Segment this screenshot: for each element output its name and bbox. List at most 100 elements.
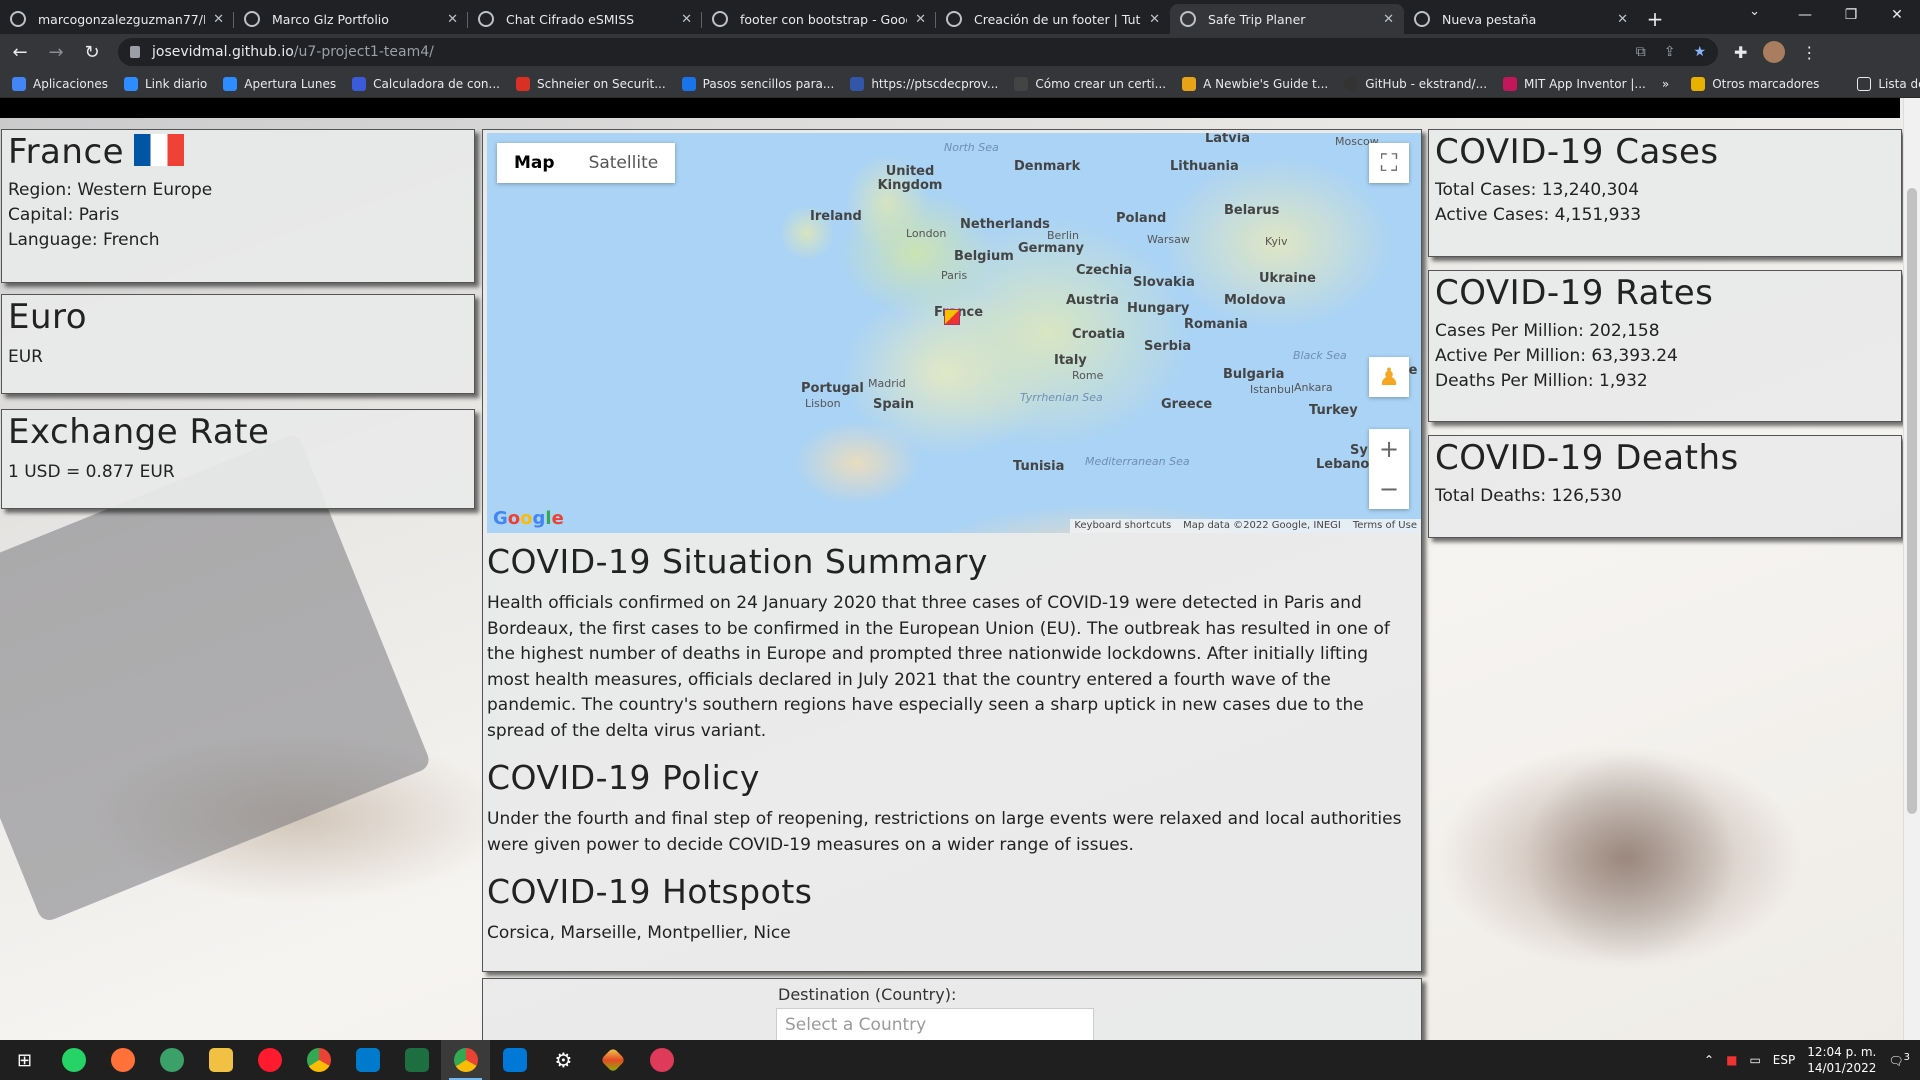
menu-icon[interactable]: ⋮ (1801, 43, 1817, 62)
map-data-text: Map data ©2022 Google, INEGI (1183, 520, 1341, 531)
map-label: Portugal (801, 381, 864, 396)
taskbar-file-explorer[interactable] (196, 1040, 245, 1080)
bookmark-item[interactable]: Aplicaciones (12, 76, 108, 91)
zoom-in-button[interactable]: + (1369, 429, 1409, 469)
new-tab-button[interactable]: + (1638, 4, 1672, 34)
bookmark-item[interactable]: Pasos sencillos para... (681, 76, 835, 91)
map-label: Ukraine (1259, 271, 1316, 286)
site-icon (681, 76, 696, 91)
language-indicator[interactable]: ESP (1773, 1053, 1795, 1067)
map-label: North Sea (944, 141, 999, 154)
page-scrollbar[interactable] (1903, 98, 1920, 1040)
bookmark-item[interactable]: GitHub - ekstrand/... (1344, 76, 1487, 91)
taskbar-chrome[interactable] (294, 1040, 343, 1080)
close-icon[interactable]: ✕ (1617, 12, 1628, 27)
taskbar-git[interactable] (588, 1040, 637, 1080)
globe-icon (159, 1048, 184, 1072)
reload-button[interactable]: ↻ (76, 42, 108, 63)
globe-icon (1180, 11, 1196, 27)
bookmark-item[interactable]: A Newbie's Guide t... (1182, 76, 1328, 91)
tab-search-icon[interactable]: ⌄ (1749, 4, 1760, 19)
fullscreen-icon[interactable]: ⛶ (1369, 143, 1409, 183)
map-label: Denmark (1014, 159, 1081, 174)
bookmark-item[interactable]: https://ptscdecprov... (850, 76, 998, 91)
maximize-button[interactable]: ❐ (1828, 0, 1874, 32)
map-type-satellite-button[interactable]: Satellite (572, 143, 676, 183)
keyboard-shortcuts-link[interactable]: Keyboard shortcuts (1074, 519, 1171, 533)
start-button[interactable]: ⊞ (0, 1040, 49, 1080)
bookmark-item[interactable]: MIT App Inventor |... (1503, 76, 1646, 91)
map-label: Serbia (1144, 339, 1192, 354)
map-label: Rome (1072, 369, 1104, 382)
close-icon[interactable]: ✕ (1383, 12, 1394, 27)
map-label: Hungary (1127, 301, 1190, 316)
currency-card: Euro EUR (1, 294, 475, 394)
map-label: Black Sea (1293, 349, 1347, 362)
tab-google-search[interactable]: footer con bootstrap - Google S ✕ (702, 4, 936, 34)
clock[interactable]: 12:04 p. m. 14/01/2022 (1807, 1044, 1876, 1076)
taskbar-browser[interactable] (147, 1040, 196, 1080)
taskbar-vscode[interactable] (343, 1040, 392, 1080)
map-label: Mediterranean Sea (1085, 455, 1190, 468)
tab-github[interactable]: marcogonzalezguzman77/Portfo ✕ (0, 4, 234, 34)
battery-icon[interactable]: ▭ (1749, 1053, 1760, 1067)
scrollbar-thumb[interactable] (1907, 188, 1917, 814)
lock-icon[interactable] (130, 46, 140, 58)
close-window-button[interactable]: ✕ (1874, 0, 1920, 32)
minimize-button[interactable]: — (1782, 0, 1828, 32)
close-icon[interactable]: ✕ (447, 12, 458, 27)
back-button[interactable]: ← (4, 42, 36, 63)
antivirus-icon[interactable]: ■ (1726, 1053, 1737, 1067)
browser-toolbar: ← → ↻ josevidmal.github.io/u7-project1-t… (0, 34, 1920, 70)
taskbar-firefox[interactable] (98, 1040, 147, 1080)
location-marker-icon[interactable] (944, 309, 960, 325)
summary-title: COVID-19 Situation Summary (487, 542, 988, 581)
close-icon[interactable]: ✕ (213, 12, 224, 27)
map-type-map-button[interactable]: Map (497, 143, 572, 183)
forward-button[interactable]: → (40, 42, 72, 63)
bookmark-item[interactable]: Calculadora de con... (352, 76, 500, 91)
bookmark-item[interactable]: Schneier on Securit... (515, 76, 666, 91)
tab-chat[interactable]: Chat Cifrado eSMISS ✕ (468, 4, 702, 34)
translate-icon[interactable]: ⧉ (1636, 44, 1646, 60)
close-icon[interactable]: ✕ (915, 12, 926, 27)
notification-center-icon[interactable]: 🗨3 (1888, 1052, 1910, 1068)
profile-avatar[interactable] (1763, 41, 1786, 63)
taskbar-chrome-active[interactable] (441, 1040, 490, 1080)
tab-new[interactable]: Nueva pestaña ✕ (1404, 4, 1638, 34)
street-view-pegman-icon[interactable]: ♟ (1369, 357, 1409, 397)
tab-title: marcogonzalezguzman77/Portfo (38, 11, 205, 27)
close-icon[interactable]: ✕ (1149, 12, 1160, 27)
reading-list-label: Lista de lectura (1878, 76, 1920, 91)
taskbar-whatsapp[interactable] (49, 1040, 98, 1080)
media-player-icon (502, 1048, 527, 1072)
share-icon[interactable]: ⇪ (1664, 44, 1676, 60)
google-map[interactable]: North Sea Latvia Denmark Lithuania Mosco… (487, 133, 1421, 533)
taskbar-opera[interactable] (245, 1040, 294, 1080)
map-label: Czechia (1076, 263, 1133, 278)
reading-list[interactable]: Lista de lectura (1857, 76, 1920, 91)
tab-safe-trip-planer[interactable]: Safe Trip Planer ✕ (1170, 4, 1404, 34)
bookmark-star-icon[interactable]: ★ (1693, 44, 1706, 60)
destination-country-select[interactable]: Select a Country (776, 1008, 1094, 1042)
taskbar-excel[interactable] (392, 1040, 441, 1080)
taskbar-media[interactable] (490, 1040, 539, 1080)
bookmark-item[interactable]: Link diario (123, 76, 207, 91)
terms-of-use-link[interactable]: Terms of Use (1353, 519, 1417, 533)
extensions-icon[interactable]: ✚ (1734, 43, 1747, 62)
address-bar[interactable]: josevidmal.github.io/u7-project1-team4/ … (118, 38, 1718, 66)
zoom-out-button[interactable]: − (1369, 469, 1409, 509)
other-bookmarks[interactable]: Otros marcadores (1691, 76, 1819, 91)
close-icon[interactable]: ✕ (681, 12, 692, 27)
taskbar-settings[interactable]: ⚙ (539, 1040, 588, 1080)
taskbar-app[interactable] (637, 1040, 686, 1080)
bookmark-item[interactable]: Cómo crear un certi... (1014, 76, 1166, 91)
bookmark-item[interactable]: Apertura Lunes (223, 76, 336, 91)
map-label: Moldova (1224, 293, 1286, 308)
site-icon (352, 76, 367, 91)
bookmark-label: Pasos sencillos para... (702, 76, 835, 91)
bookmarks-more-button[interactable]: » (1662, 77, 1669, 91)
tab-portfolio[interactable]: Marco Glz Portfolio ✕ (234, 4, 468, 34)
tab-footer-tutorial[interactable]: Creación de un footer | Tutorial ✕ (936, 4, 1170, 34)
chevron-up-icon[interactable]: ⌃ (1704, 1053, 1714, 1067)
